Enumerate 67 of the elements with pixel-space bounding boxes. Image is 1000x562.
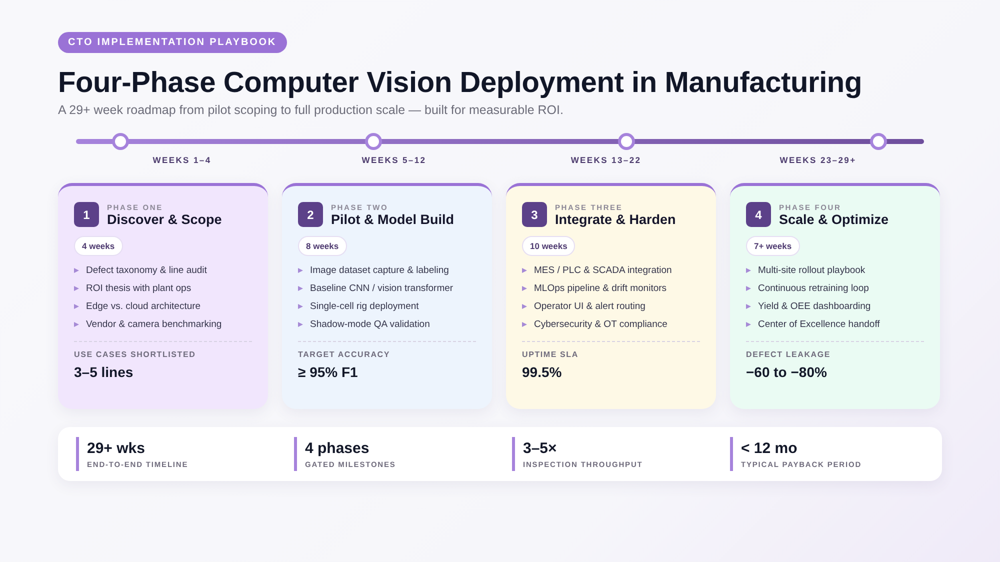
- phase-title: Scale & Optimize: [779, 212, 889, 226]
- milestone-dot: [870, 133, 888, 150]
- metric-label: DEFECT LEAKAGE: [746, 350, 832, 359]
- list-item: Shadow-mode QA validation: [310, 319, 430, 330]
- phase-number: 1: [74, 202, 99, 227]
- bullet-icon: [74, 304, 79, 309]
- stat-value: 4 phases: [305, 440, 370, 456]
- list-item: Yield & OEE dashboarding: [758, 301, 871, 312]
- bullet-icon: [522, 286, 527, 291]
- page-title: Four-Phase Computer Vision Deployment in Manufacturing: [58, 66, 863, 101]
- bullet-icon: [298, 322, 303, 327]
- metric-label: USE CASES SHORTLISTED: [74, 350, 197, 359]
- milestone-dot: [364, 133, 382, 150]
- metric-label: UPTIME SLA: [522, 350, 580, 359]
- duration-pill: 8 weeks: [298, 236, 347, 256]
- duration-pill: 10 weeks: [522, 236, 576, 256]
- bullet-icon: [522, 268, 527, 273]
- milestone-dot: [618, 133, 634, 150]
- phase-number: 2: [298, 202, 323, 227]
- list-item: Operator UI & alert routing: [534, 301, 646, 312]
- list-item: Image dataset capture & labeling: [310, 265, 449, 276]
- bullet-icon: [298, 304, 303, 309]
- timeline-label: WEEKS 5–12: [360, 155, 428, 165]
- bullet-icon: [746, 304, 751, 309]
- bullet-icon: [74, 286, 79, 291]
- list-item: Vendor & camera benchmarking: [86, 319, 222, 330]
- phase-title: Integrate & Harden: [555, 212, 676, 226]
- list-item: Edge vs. cloud architecture: [86, 301, 201, 312]
- bullet-icon: [746, 268, 751, 273]
- bullet-icon: [746, 322, 751, 327]
- phase-number: 4: [746, 202, 771, 227]
- bullet-icon: [522, 304, 527, 309]
- subtitle: A 29+ week roadmap from pilot scoping to full production scale — built for measurable ROI.: [58, 103, 564, 117]
- list-item: Single-cell rig deployment: [310, 301, 419, 312]
- stat-value: < 12 mo: [741, 440, 798, 456]
- list-item: Cybersecurity & OT compliance: [534, 319, 668, 330]
- bullet-icon: [298, 268, 303, 273]
- duration-pill: 4 weeks: [74, 236, 123, 256]
- bullet-icon: [522, 322, 527, 327]
- list-item: MLOps pipeline & drift monitors: [534, 283, 667, 294]
- bullet-icon: [74, 322, 79, 327]
- timeline-label: WEEKS 1–4: [152, 155, 212, 165]
- list-item: Baseline CNN / vision transformer: [310, 283, 454, 294]
- metric-value: −60 to −80%: [746, 364, 828, 380]
- eyebrow-badge: CTO IMPLEMENTATION PLAYBOOK: [58, 32, 287, 53]
- list-item: MES / PLC & SCADA integration: [534, 265, 672, 276]
- bullet-icon: [298, 286, 303, 291]
- timeline-label: WEEKS 13–22: [570, 155, 642, 165]
- phase-number: 3: [522, 202, 547, 227]
- milestone-dot: [112, 133, 130, 150]
- list-item: ROI thesis with plant ops: [86, 283, 192, 294]
- duration-pill: 7+ weeks: [746, 236, 800, 256]
- stat-value: 3–5×: [523, 440, 558, 456]
- phase-title: Pilot & Model Build: [331, 212, 454, 226]
- list-item: Center of Excellence handoff: [758, 319, 880, 330]
- list-item: Multi-site rollout playbook: [758, 265, 866, 276]
- list-item: Defect taxonomy & line audit: [86, 265, 207, 276]
- timeline-label: WEEKS 23–29+: [778, 155, 858, 165]
- metric-value: 99.5%: [522, 364, 563, 380]
- metric-label: TARGET ACCURACY: [298, 350, 391, 359]
- list-item: Continuous retraining loop: [758, 283, 869, 294]
- metric-value: ≥ 95% F1: [298, 364, 359, 380]
- metric-value: 3–5 lines: [74, 364, 134, 380]
- phase-title: Discover & Scope: [107, 212, 222, 226]
- stat-value: 29+ wks: [87, 440, 146, 456]
- bullet-icon: [746, 286, 751, 291]
- bullet-icon: [74, 268, 79, 273]
